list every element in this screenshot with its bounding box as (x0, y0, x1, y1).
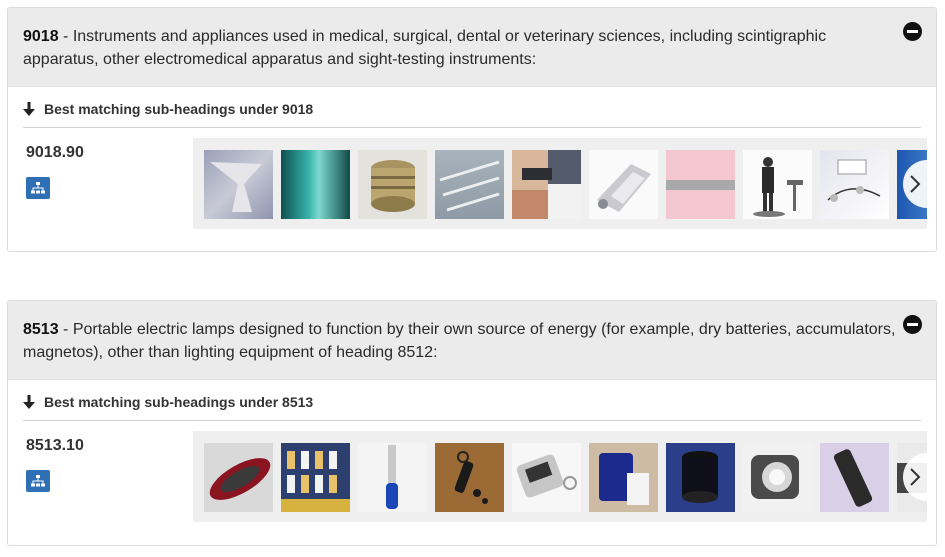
subheading-row: 8513.10 (8, 421, 936, 522)
subheading-code[interactable]: 9018.90 (26, 144, 84, 162)
subheading-code[interactable]: 8513.10 (26, 437, 84, 455)
subheadings-title: Best matching sub-headings under 8513 (23, 380, 921, 421)
gallery-image[interactable] (666, 150, 735, 219)
image-gallery (193, 431, 927, 522)
gallery-image[interactable] (589, 443, 658, 512)
arrow-down-icon (23, 395, 35, 409)
heading-code[interactable]: 8513 (23, 321, 59, 338)
gallery-image[interactable] (435, 443, 504, 512)
collapse-icon[interactable] (903, 22, 922, 41)
card-header: 9018 - Instruments and appliances used i… (8, 8, 936, 87)
gallery-image[interactable] (281, 150, 350, 219)
heading-card-8513: 8513 - Portable electric lamps designed … (7, 300, 937, 546)
gallery-image[interactable] (820, 443, 889, 512)
heading-description: - Instruments and appliances used in med… (23, 28, 827, 68)
card-header: 8513 - Portable electric lamps designed … (8, 301, 936, 380)
gallery-image[interactable] (435, 150, 504, 219)
heading-code[interactable]: 9018 (23, 28, 59, 45)
subheading-row: 9018.90 (8, 128, 936, 229)
gallery-image[interactable] (743, 150, 812, 219)
heading-card-9018: 9018 - Instruments and appliances used i… (7, 7, 937, 252)
subheadings-title: Best matching sub-headings under 9018 (23, 87, 921, 128)
gallery-image[interactable] (204, 443, 273, 512)
collapse-icon[interactable] (903, 315, 922, 334)
gallery-image[interactable] (281, 443, 350, 512)
sitemap-icon[interactable] (26, 470, 50, 492)
gallery-image[interactable] (589, 150, 658, 219)
gallery-image[interactable] (743, 443, 812, 512)
heading-description: - Portable electric lamps designed to fu… (23, 321, 896, 361)
gallery-image[interactable] (666, 443, 735, 512)
sitemap-icon[interactable] (26, 177, 50, 199)
subheadings-title-text: Best matching sub-headings under 9018 (44, 101, 314, 117)
gallery-image[interactable] (358, 150, 427, 219)
gallery-image[interactable] (512, 443, 581, 512)
subheadings-title-text: Best matching sub-headings under 8513 (44, 394, 314, 410)
gallery-image[interactable] (820, 150, 889, 219)
image-gallery (193, 138, 927, 229)
gallery-image[interactable] (512, 150, 581, 219)
arrow-down-icon (23, 102, 35, 116)
gallery-image[interactable] (204, 150, 273, 219)
gallery-image[interactable] (358, 443, 427, 512)
